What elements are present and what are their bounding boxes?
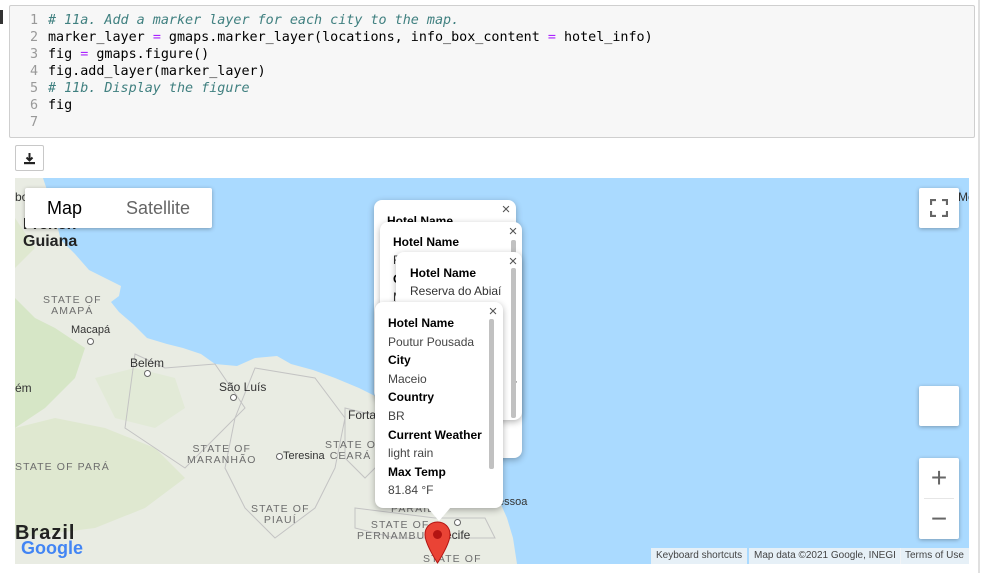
city-dot: [276, 453, 283, 460]
code-operator: =: [152, 30, 161, 45]
map-type-satellite-button[interactable]: Satellite: [104, 188, 212, 228]
close-icon[interactable]: ×: [486, 304, 500, 319]
state-label: STATE O CEARÁ: [325, 439, 377, 462]
code-operator: =: [547, 30, 556, 45]
line-number: 5: [29, 81, 38, 96]
code-token: gmaps.marker_layer(locations, info_box_c…: [160, 30, 548, 45]
close-icon[interactable]: ×: [499, 202, 513, 217]
code-line[interactable]: [48, 114, 968, 131]
close-icon[interactable]: ×: [506, 254, 520, 269]
city-dot: [230, 394, 237, 401]
line-number: 4: [29, 64, 38, 79]
max-temp-value: 81.84 °F: [388, 483, 434, 498]
zoom-in-button[interactable]: +: [919, 458, 959, 498]
zoom-control: + −: [919, 458, 959, 539]
place-label: Guiana: [23, 233, 78, 250]
info-window-scrollbar[interactable]: [489, 319, 494, 469]
city-label: City: [388, 353, 411, 368]
fullscreen-icon: [930, 199, 948, 217]
state-label: STATE OF PIAUÍ: [251, 503, 310, 526]
google-map[interactable]: bo Mc French Guiana STATE OF AMAPÁ Macap…: [15, 178, 969, 564]
country-value: BR: [388, 408, 405, 423]
place-label: Mc: [958, 190, 969, 204]
map-type-map-button[interactable]: Map: [25, 188, 104, 228]
terms-of-use-link[interactable]: Terms of Use: [900, 548, 969, 564]
line-number: 3: [29, 47, 38, 62]
code-line[interactable]: fig.add_layer(marker_layer): [48, 63, 968, 80]
info-window-text: Reserva do Abiaí: [410, 284, 502, 298]
google-logo-text: Google: [21, 538, 83, 558]
place-label: Forta: [348, 408, 377, 422]
hotel-name-value: Poutur Pousada: [388, 334, 475, 349]
code-line[interactable]: fig: [48, 97, 968, 114]
info-window-title: Hotel Name: [410, 266, 477, 280]
map-type-control: Map Satellite: [25, 188, 213, 228]
close-icon[interactable]: ×: [506, 224, 520, 239]
line-number-gutter: 1 2 3 4 5 6 7: [10, 12, 46, 131]
state-label: STATE OF MARANHÃO: [187, 443, 257, 466]
info-window-title: Hotel Name: [393, 235, 460, 249]
city-dot: [87, 338, 94, 345]
code-token: marker_layer: [48, 30, 153, 45]
info-window-pointer: [427, 507, 451, 521]
city-value: Maceio: [388, 371, 427, 386]
code-line[interactable]: # 11a. Add a marker layer for each city …: [48, 12, 968, 29]
place-label: Teresina: [283, 450, 325, 462]
hotel-info-window: × Hotel Name Poutur Pousada City Maceio …: [375, 302, 503, 521]
map-marker-pin[interactable]: [424, 521, 451, 564]
weather-label: Current Weather: [388, 427, 482, 442]
code-comment: # 11a. Add a marker layer for each city …: [48, 13, 460, 28]
place-label: Macapá: [71, 324, 111, 336]
cell-prompt-marker: [0, 10, 3, 24]
code-cell[interactable]: 1 2 3 4 5 6 7 # 11a. Add a marker layer …: [9, 5, 975, 138]
line-number: 7: [29, 115, 38, 130]
code-editor[interactable]: # 11a. Add a marker layer for each city …: [48, 12, 968, 131]
max-temp-label: Max Temp: [388, 464, 446, 479]
place-label: ém: [15, 381, 32, 395]
code-token: fig: [48, 98, 73, 113]
place-label: Belém: [130, 356, 165, 370]
code-token: fig.add_layer(marker_layer): [48, 64, 266, 79]
info-window-scrollbar[interactable]: [511, 268, 516, 418]
zoom-out-button[interactable]: −: [919, 499, 959, 539]
notebook-scrollbar-track[interactable]: [978, 0, 980, 573]
weather-value: light rain: [388, 446, 434, 461]
code-line[interactable]: marker_layer = gmaps.marker_layer(locati…: [48, 29, 968, 46]
city-dot: [454, 519, 461, 526]
code-comment: # 11b. Display the figure: [48, 81, 250, 96]
download-button[interactable]: [15, 145, 44, 171]
google-logo[interactable]: Google: [21, 538, 83, 559]
state-label: STATE OF AMAPÁ: [43, 294, 102, 317]
info-window-content: Hotel Name Poutur Pousada City Maceio Co…: [388, 314, 488, 500]
line-number: 1: [29, 13, 38, 28]
line-number: 6: [29, 98, 38, 113]
code-line[interactable]: fig = gmaps.figure(): [48, 46, 968, 63]
state-label: STATE OF PARÁ: [15, 461, 110, 473]
fullscreen-button[interactable]: [919, 188, 959, 228]
keyboard-shortcuts-link[interactable]: Keyboard shortcuts: [651, 548, 748, 564]
hotel-name-label: Hotel Name: [388, 316, 455, 330]
line-number: 2: [29, 30, 38, 45]
notebook-page: 1 2 3 4 5 6 7 # 11a. Add a marker layer …: [0, 0, 1000, 573]
place-label: São Luís: [219, 380, 267, 394]
code-token: gmaps.figure(): [88, 47, 210, 62]
download-icon: [24, 152, 35, 164]
code-token: hotel_info): [555, 30, 653, 45]
code-line[interactable]: # 11b. Display the figure: [48, 80, 968, 97]
country-label: Country: [388, 390, 434, 405]
city-dot: [144, 370, 151, 377]
street-view-button[interactable]: [919, 386, 959, 426]
code-token: fig: [48, 47, 81, 62]
map-data-attribution: Map data ©2021 Google, INEGI: [749, 548, 901, 564]
